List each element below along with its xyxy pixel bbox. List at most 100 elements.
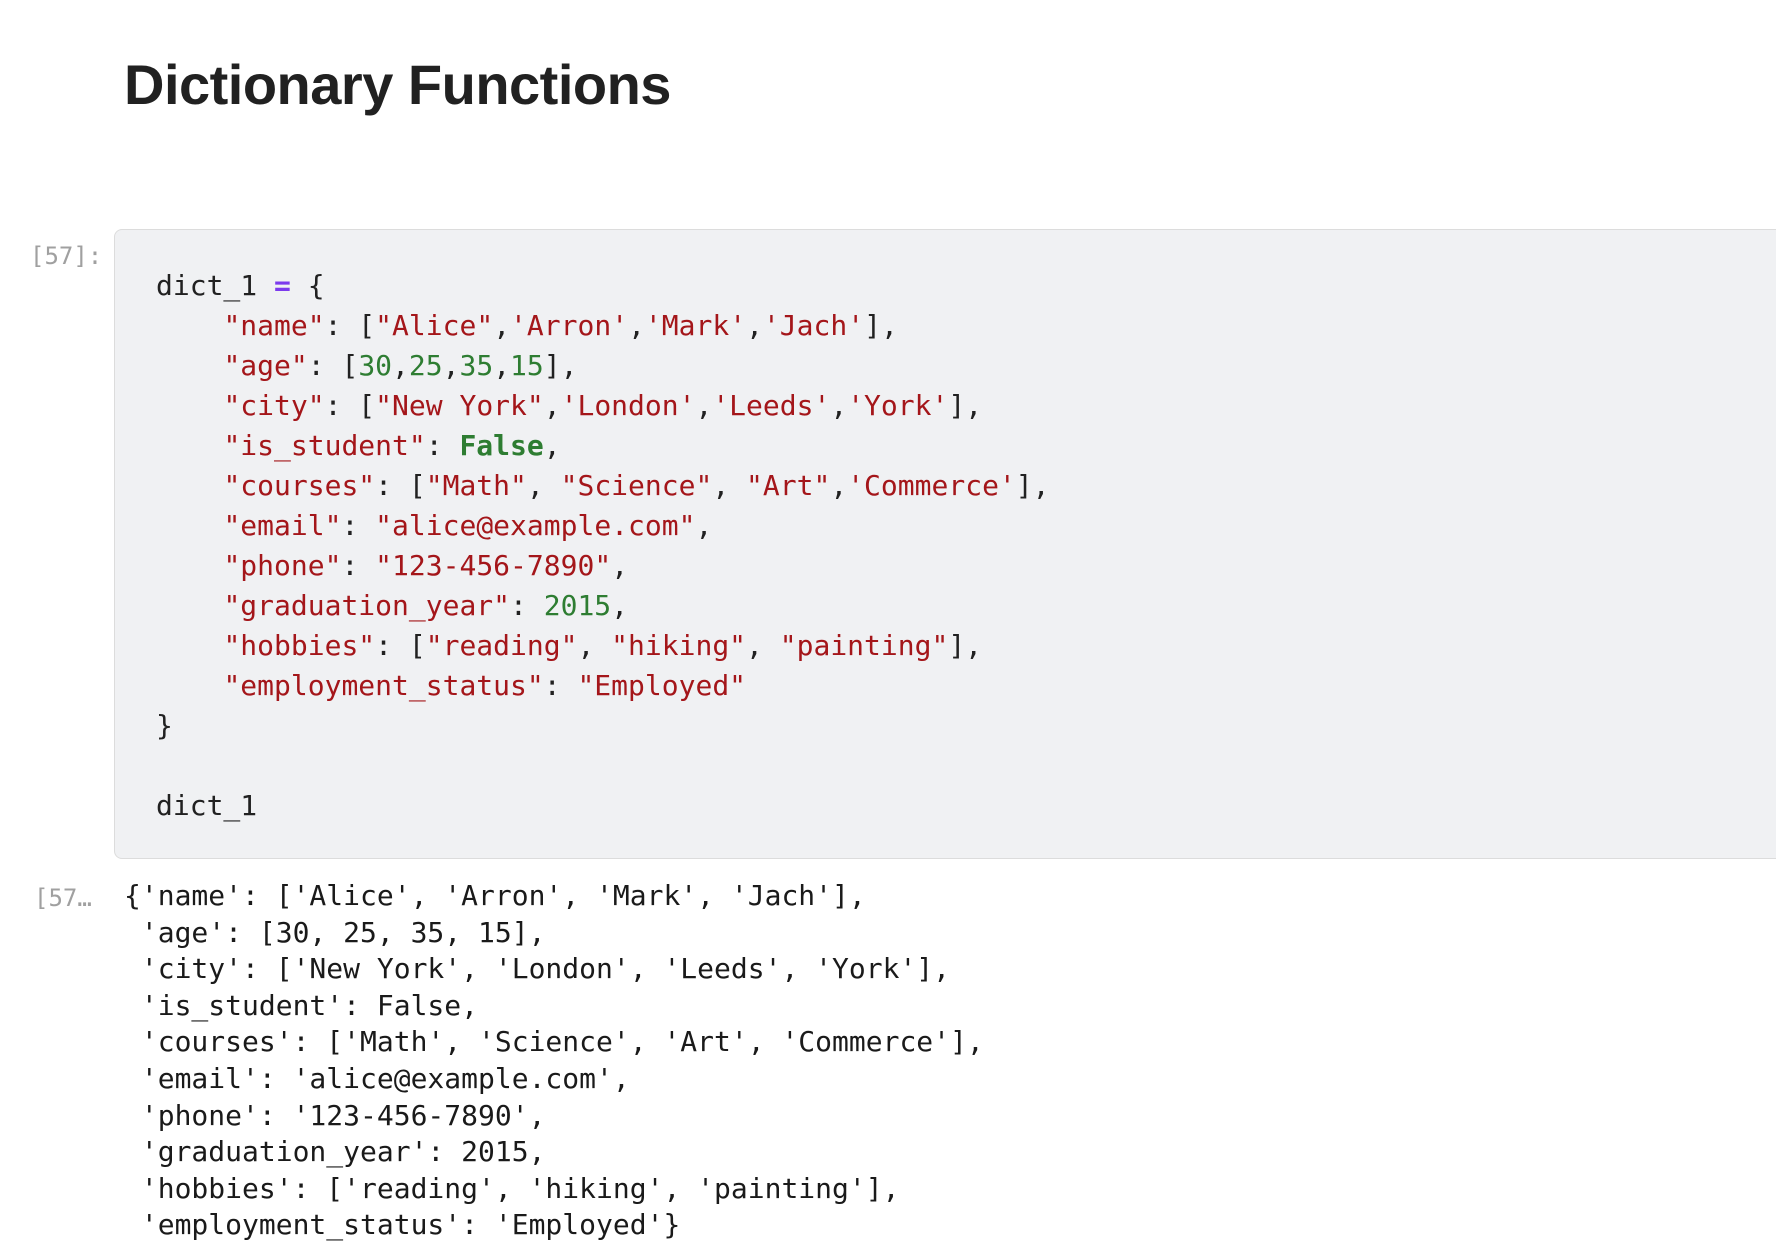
- input-prompt: [57]:: [30, 242, 103, 270]
- code-line: "phone": "123-456-7890",: [156, 546, 1050, 586]
- code-string: "email": [223, 509, 342, 542]
- code-string: "hiking": [611, 629, 747, 662]
- code-string: "Art": [746, 469, 831, 502]
- code-number: 2015: [543, 589, 612, 622]
- output-line: 'is_student': False,: [124, 988, 479, 1022]
- code-text: dict_1: [156, 789, 258, 822]
- code-text: :: [425, 429, 460, 462]
- code-text: ,: [746, 629, 780, 662]
- output-prompt: [57…: [34, 884, 92, 912]
- code-string: "is_student": [223, 429, 426, 462]
- code-text: ,: [493, 349, 511, 382]
- code-text: ,: [746, 309, 763, 342]
- code-operator: =: [274, 269, 291, 302]
- code-line: "hobbies": ["reading", "hiking", "painti…: [156, 626, 1050, 666]
- code-number: 25: [408, 349, 443, 382]
- code-text: ],: [1015, 469, 1050, 502]
- code-text: : [: [307, 349, 359, 382]
- code-string: 'Commerce': [847, 469, 1016, 502]
- code-string: "age": [223, 349, 308, 382]
- code-string: 'Leeds': [712, 389, 831, 422]
- code-string: "Science": [560, 469, 713, 502]
- code-string: 'Jach': [762, 309, 865, 342]
- code-keyword: False: [459, 429, 544, 462]
- code-line: "city": ["New York",'London','Leeds','Yo…: [156, 386, 1050, 426]
- code-text: ,: [712, 469, 747, 502]
- code-string: "hobbies": [223, 629, 376, 662]
- code-text: ],: [948, 629, 983, 662]
- code-string: 'Arron': [510, 309, 629, 342]
- code-text: ],: [864, 309, 898, 342]
- code-text: : [: [375, 469, 426, 502]
- output-line: 'courses': ['Math', 'Science', 'Art', 'C…: [124, 1025, 984, 1059]
- code-editor-text[interactable]: dict_1 = { "name": ["Alice",'Arron','Mar…: [156, 266, 1050, 826]
- code-number: 30: [358, 349, 393, 382]
- code-string: "painting": [779, 629, 949, 662]
- code-line: dict_1: [156, 786, 1050, 826]
- code-text: :: [510, 589, 544, 622]
- code-text: {: [290, 269, 325, 302]
- page-title: Dictionary Functions: [124, 53, 671, 116]
- code-text: ,: [611, 549, 629, 582]
- code-text: ,: [628, 309, 645, 342]
- code-string: 'London': [560, 389, 696, 422]
- code-string: 'Mark': [644, 309, 747, 342]
- code-text: ,: [543, 389, 561, 422]
- code-text: : [: [324, 309, 376, 342]
- code-string: "graduation_year": [223, 589, 511, 622]
- code-text: ],: [543, 349, 578, 382]
- code-text: ,: [695, 389, 713, 422]
- code-string: 'York': [847, 389, 949, 422]
- output-line: {'name': ['Alice', 'Arron', 'Mark', 'Jac…: [124, 879, 866, 912]
- code-number: 35: [459, 349, 494, 382]
- code-text: ,: [577, 629, 612, 662]
- code-text: ,: [493, 309, 511, 342]
- code-string: "reading": [425, 629, 578, 662]
- code-text: dict_1: [156, 269, 275, 302]
- code-string: "alice@example.com": [375, 509, 696, 542]
- code-text: ,: [526, 469, 561, 502]
- output-line: 'phone': '123-456-7890',: [124, 1098, 546, 1132]
- output-line: 'employment_status': 'Employed'}: [124, 1208, 681, 1242]
- code-string: "courses": [223, 469, 376, 502]
- cell-output: {'name': ['Alice', 'Arron', 'Mark', 'Jac…: [124, 878, 984, 1244]
- code-text: :: [341, 549, 376, 582]
- code-text: ,: [392, 349, 409, 382]
- code-line: "employment_status": "Employed": [156, 666, 1050, 706]
- output-line: 'age': [30, 25, 35, 15],: [124, 915, 546, 949]
- code-text: :: [341, 509, 376, 542]
- output-line: 'city': ['New York', 'London', 'Leeds', …: [124, 952, 951, 986]
- code-text: }: [156, 709, 173, 742]
- code-line: "courses": ["Math", "Science", "Art",'Co…: [156, 466, 1050, 506]
- code-string: "phone": [223, 549, 342, 582]
- code-text: ,: [543, 429, 561, 462]
- code-string: "Alice": [375, 309, 494, 342]
- output-line: 'graduation_year': 2015,: [124, 1135, 546, 1169]
- code-line: "age": [30,25,35,15],: [156, 346, 1050, 386]
- code-text: ,: [830, 389, 848, 422]
- code-text: : [: [324, 389, 376, 422]
- code-string: "Employed": [577, 669, 747, 702]
- code-string: "123-456-7890": [375, 549, 612, 582]
- code-text: : [: [375, 629, 426, 662]
- code-line: "graduation_year": 2015,: [156, 586, 1050, 626]
- code-line: }: [156, 706, 1050, 746]
- code-text: ],: [948, 389, 983, 422]
- code-line: dict_1 = {: [156, 266, 1050, 306]
- code-text: :: [543, 669, 578, 702]
- code-string: "city": [223, 389, 325, 422]
- code-string: "Math": [425, 469, 527, 502]
- code-line: "name": ["Alice",'Arron','Mark','Jach'],: [156, 306, 1050, 346]
- code-text: ,: [442, 349, 460, 382]
- code-string: "name": [223, 309, 325, 342]
